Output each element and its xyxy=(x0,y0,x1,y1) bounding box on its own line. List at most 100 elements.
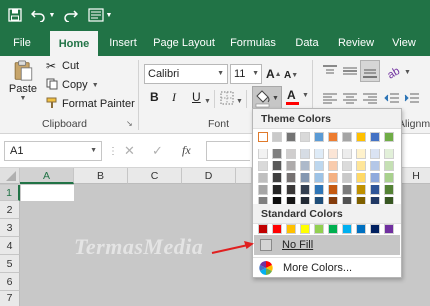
row-header[interactable]: 6 xyxy=(0,273,20,291)
theme-color-swatch[interactable] xyxy=(272,161,282,171)
tab-data[interactable]: Data xyxy=(290,30,324,56)
theme-color-swatch[interactable] xyxy=(272,149,282,159)
theme-color-swatch[interactable] xyxy=(356,173,366,183)
shrink-font-button[interactable]: A ▼ xyxy=(284,66,298,84)
theme-color-swatch[interactable] xyxy=(314,185,324,195)
column-header[interactable]: A xyxy=(20,168,74,184)
paste-button[interactable]: Paste ▼ xyxy=(8,60,38,102)
increase-indent-icon[interactable] xyxy=(404,91,420,105)
font-name-select[interactable]: Calibri ▼ xyxy=(144,64,228,84)
standard-color-swatch[interactable] xyxy=(314,224,324,234)
theme-color-swatch[interactable] xyxy=(328,173,338,183)
theme-color-swatch[interactable] xyxy=(272,173,282,183)
theme-color-swatch[interactable] xyxy=(342,132,352,142)
theme-color-swatch[interactable] xyxy=(370,161,380,171)
theme-color-swatch[interactable] xyxy=(258,132,268,142)
theme-color-swatch[interactable] xyxy=(342,185,352,195)
theme-color-swatch[interactable] xyxy=(300,185,310,195)
no-fill-option[interactable]: No Fill xyxy=(254,235,400,255)
column-header[interactable]: C xyxy=(128,168,182,184)
theme-color-swatch[interactable] xyxy=(314,149,324,159)
theme-color-swatch[interactable] xyxy=(300,132,310,142)
name-box[interactable]: A1 ▼ xyxy=(4,141,102,161)
italic-button[interactable]: I xyxy=(172,90,176,105)
theme-color-swatch[interactable] xyxy=(384,185,394,195)
row-header[interactable]: 7 xyxy=(0,291,20,306)
font-size-select[interactable]: 11 ▼ xyxy=(230,64,262,84)
decrease-indent-icon[interactable] xyxy=(384,91,400,105)
tab-insert[interactable]: Insert xyxy=(104,30,142,56)
fill-color-button[interactable]: ▼ xyxy=(252,86,282,110)
column-header[interactable]: H xyxy=(402,168,430,184)
borders-icon[interactable] xyxy=(220,91,234,105)
row-header[interactable]: 5 xyxy=(0,255,20,273)
column-header[interactable]: B xyxy=(74,168,128,184)
theme-color-swatch[interactable] xyxy=(342,173,352,183)
select-all-corner[interactable] xyxy=(0,168,20,184)
theme-color-swatch[interactable] xyxy=(314,173,324,183)
theme-color-swatch[interactable] xyxy=(384,173,394,183)
row-header[interactable]: 2 xyxy=(0,201,20,219)
align-bottom-icon[interactable] xyxy=(360,60,380,82)
cut-button[interactable]: ✂ Cut xyxy=(46,58,79,74)
theme-color-swatch[interactable] xyxy=(356,149,366,159)
theme-color-swatch[interactable] xyxy=(356,185,366,195)
theme-color-swatch[interactable] xyxy=(286,185,296,195)
theme-color-swatch[interactable] xyxy=(258,185,268,195)
theme-color-swatch[interactable] xyxy=(356,132,366,142)
theme-color-swatch[interactable] xyxy=(384,132,394,142)
dialog-launcher-icon[interactable]: ↘ xyxy=(126,119,133,128)
theme-color-swatch[interactable] xyxy=(342,149,352,159)
underline-button[interactable]: U xyxy=(192,90,201,104)
chevron-down-icon[interactable]: ▼ xyxy=(236,94,243,106)
theme-color-swatch[interactable] xyxy=(300,173,310,183)
more-colors-option[interactable]: More Colors... xyxy=(254,258,400,278)
orientation-icon[interactable]: ab ▼ xyxy=(385,62,410,82)
standard-color-swatch[interactable] xyxy=(356,224,366,234)
tab-formulas[interactable]: Formulas xyxy=(226,30,280,56)
theme-color-swatch[interactable] xyxy=(384,161,394,171)
standard-color-swatch[interactable] xyxy=(342,224,352,234)
print-preview-icon[interactable]: ▼ xyxy=(86,0,114,30)
tab-review[interactable]: Review xyxy=(334,30,378,56)
standard-color-swatch[interactable] xyxy=(286,224,296,234)
theme-color-swatch[interactable] xyxy=(300,161,310,171)
align-left-icon[interactable] xyxy=(322,91,338,105)
theme-color-swatch[interactable] xyxy=(328,161,338,171)
standard-color-swatch[interactable] xyxy=(258,224,268,234)
save-icon[interactable] xyxy=(4,0,26,30)
theme-color-swatch[interactable] xyxy=(370,132,380,142)
column-header[interactable] xyxy=(236,168,252,184)
tab-page-layout[interactable]: Page Layout xyxy=(150,30,218,56)
active-cell[interactable] xyxy=(21,185,74,201)
theme-color-swatch[interactable] xyxy=(328,185,338,195)
theme-color-swatch[interactable] xyxy=(370,185,380,195)
theme-color-swatch[interactable] xyxy=(286,132,296,142)
column-header[interactable]: D xyxy=(182,168,236,184)
align-right-icon[interactable] xyxy=(362,91,378,105)
formula-input[interactable] xyxy=(206,141,250,161)
theme-color-swatch[interactable] xyxy=(272,185,282,195)
theme-color-swatch[interactable] xyxy=(258,173,268,183)
align-middle-icon[interactable] xyxy=(342,64,358,78)
theme-color-swatch[interactable] xyxy=(342,161,352,171)
theme-color-swatch[interactable] xyxy=(258,161,268,171)
theme-color-swatch[interactable] xyxy=(314,132,324,142)
row-header[interactable]: 3 xyxy=(0,219,20,237)
font-color-button[interactable]: A ▼ xyxy=(286,88,312,108)
grow-font-button[interactable]: A ▲ xyxy=(266,65,282,83)
theme-color-swatch[interactable] xyxy=(328,132,338,142)
cancel-icon[interactable]: ✕ xyxy=(124,143,135,159)
insert-function-icon[interactable]: fx xyxy=(182,143,191,158)
tab-file[interactable]: File xyxy=(6,30,38,56)
bold-button[interactable]: B xyxy=(150,90,159,104)
format-painter-button[interactable]: Format Painter xyxy=(46,96,135,112)
theme-color-swatch[interactable] xyxy=(286,149,296,159)
row-header[interactable]: 1 xyxy=(0,185,20,201)
align-center-icon[interactable] xyxy=(342,91,358,105)
redo-icon[interactable] xyxy=(60,0,82,30)
undo-icon[interactable]: ▼ xyxy=(30,0,56,30)
tab-view[interactable]: View xyxy=(386,30,422,56)
theme-color-swatch[interactable] xyxy=(300,149,310,159)
theme-color-swatch[interactable] xyxy=(314,161,324,171)
